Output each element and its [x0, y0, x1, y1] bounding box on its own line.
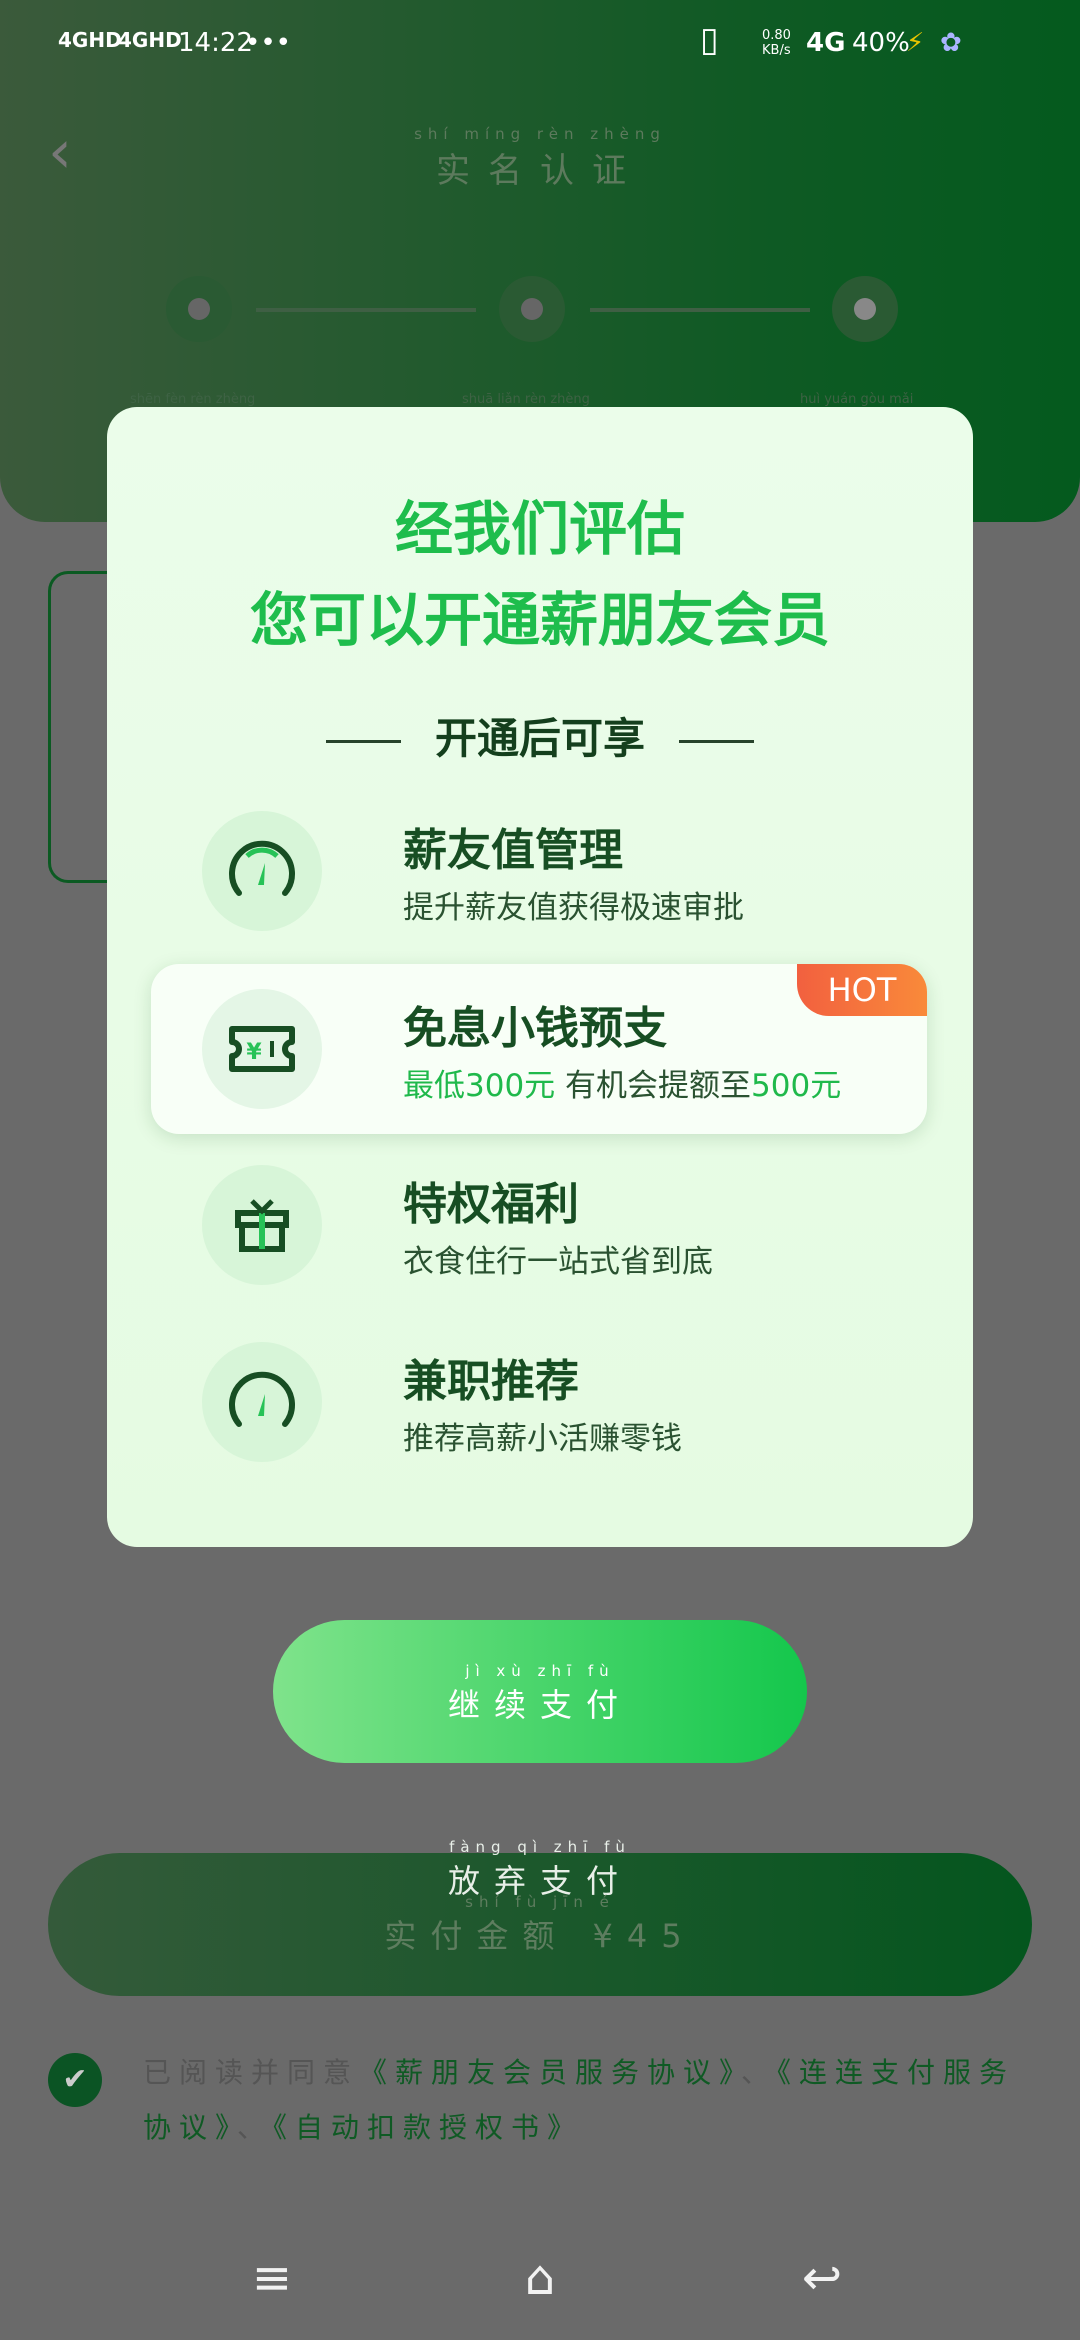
signal-2: 4GHD — [118, 28, 182, 52]
step-3-label: huì yuán gòu mǎi — [800, 392, 914, 407]
amount-label: shí fù jīn é 实付金额 ¥45 — [384, 1893, 696, 1955]
benefit-desc: 提升薪友值获得极速审批 — [403, 890, 744, 926]
benefit-desc: 最低300元 有机会提额至500元 — [403, 1068, 842, 1104]
step-1-icon — [166, 276, 232, 342]
step-1-label: shēn fèn rèn zhèng — [130, 392, 256, 407]
step-3-icon — [832, 276, 898, 342]
benefit-item-highlighted[interactable]: ¥ 免息小钱预支 最低300元 有机会提额至500元 HOT — [151, 964, 927, 1134]
gift-icon — [202, 1165, 322, 1285]
benefit-title: 免息小钱预支 — [403, 1003, 667, 1054]
hot-badge: HOT — [797, 964, 927, 1016]
step-2-label: shuā liǎn rèn zhèng — [462, 392, 590, 407]
network-type: 4G — [806, 28, 846, 58]
vibrate-icon: ▯ — [700, 20, 719, 60]
member-agreement-link[interactable]: 《薪朋友会员服务协议》 — [359, 2056, 741, 2089]
menu-icon[interactable]: ≡ — [242, 2250, 302, 2306]
battery-level: 40% — [852, 28, 910, 58]
svg-text:¥: ¥ — [246, 1040, 262, 1065]
benefit-item: 薪友值管理 提升薪友值获得极速审批 — [107, 786, 973, 956]
status-bar: 4GHD 4GHD 14:22 ••• ▯ 0.80 KB/s 4G 40% ⚡… — [0, 20, 1080, 70]
benefit-title: 薪友值管理 — [403, 825, 623, 876]
membership-modal: 经我们评估 您可以开通薪朋友会员 开通后可享 薪友值管理 提升薪友值获得极速审批… — [107, 407, 973, 1547]
abandon-payment-button[interactable]: fàng qì zhī fù 放弃支付 shí fù jīn é 实付金额 ¥45 — [48, 1838, 1032, 1996]
back-nav-icon[interactable]: ↩ — [792, 2250, 852, 2306]
modal-title-line1: 经我们评估 — [394, 495, 685, 563]
flower-icon: ✿ — [940, 28, 962, 58]
gauge-icon — [202, 1342, 322, 1462]
modal-title-line2: 您可以开通薪朋友会员 — [249, 586, 830, 654]
home-icon[interactable]: ⌂ — [510, 2250, 570, 2306]
agree-checkbox[interactable]: ✔ — [48, 2053, 102, 2107]
benefit-desc: 推荐高薪小活赚零钱 — [403, 1421, 682, 1457]
charging-icon: ⚡ — [906, 28, 925, 58]
auto-debit-link[interactable]: 《自动扣款授权书》 — [273, 2111, 583, 2144]
benefit-desc: 衣食住行一站式省到底 — [403, 1244, 713, 1280]
page-title: shí míng rèn zhèng 实名认证 — [414, 125, 666, 191]
agreement-text: 已阅读并同意《薪朋友会员服务协议》、《连连支付服务协议》、《自动扣款授权书》 — [143, 2056, 1016, 2144]
more-dots: ••• — [245, 28, 292, 58]
benefits-heading: 开通后可享 — [107, 705, 973, 766]
benefit-title: 特权福利 — [403, 1179, 579, 1230]
gauge-icon — [202, 811, 322, 931]
clock: 14:22 — [178, 28, 253, 58]
step-2-icon — [499, 276, 565, 342]
benefit-item: 兼职推荐 推荐高薪小活赚零钱 — [107, 1317, 973, 1487]
continue-payment-button[interactable]: jì xù zhī fù 继续支付 — [273, 1620, 807, 1763]
benefit-item: 特权福利 衣食住行一站式省到底 — [107, 1140, 973, 1310]
step-connector — [256, 308, 476, 312]
step-connector — [590, 308, 810, 312]
signal-1: 4GHD — [58, 28, 122, 52]
yuan-ticket-icon: ¥ — [202, 989, 322, 1109]
benefit-title: 兼职推荐 — [403, 1356, 579, 1407]
net-speed: 0.80 KB/s — [762, 28, 791, 58]
